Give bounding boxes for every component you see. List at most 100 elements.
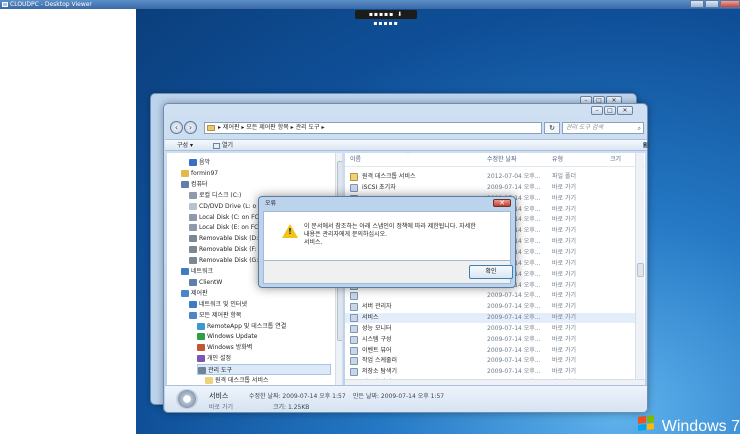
column-name[interactable]: 이름 <box>350 153 361 167</box>
nav-item-label: 음악 <box>199 159 211 166</box>
remote-icon <box>197 322 205 330</box>
file-name: 시스템 구성 <box>362 335 392 343</box>
file-name: 성능 모니터 <box>362 324 392 332</box>
file-date: 2009-07-14 오후... <box>487 183 541 191</box>
file-date: 2012-07-04 오후... <box>487 173 541 180</box>
folder-icon <box>205 377 213 384</box>
removable-disk-icon <box>189 257 197 265</box>
file-name: iSCSI 초기자 <box>362 183 396 191</box>
organize-menu[interactable]: 구성 ▾ <box>177 140 193 151</box>
nav-item[interactable]: Windows 방화벽 <box>197 342 252 353</box>
file-type: 바로 가기 <box>552 205 576 213</box>
scroll-thumb[interactable] <box>637 263 644 277</box>
maximize-button[interactable]: □ <box>604 106 616 115</box>
help-icon[interactable]: ? <box>643 141 647 150</box>
file-row[interactable]: 서버 관리자 2009-07-14 오후... 바로 가기 <box>345 302 635 312</box>
open-button[interactable]: 열기 <box>213 140 233 151</box>
column-size[interactable]: 크기 <box>610 153 621 167</box>
file-row[interactable]: 2009-07-14 오후... 바로 가기 <box>345 291 635 301</box>
file-row[interactable]: 작업 스케줄러 2009-07-14 오후... 바로 가기 <box>345 356 635 366</box>
dialog-close-button[interactable]: ✕ <box>493 199 511 207</box>
nav-item[interactable]: Removable Disk (D: <box>189 233 258 244</box>
viewer-toolbar-handle[interactable]: ▪▪▪▪▪ ⬇ ▪▪▪▪▪ <box>355 10 417 27</box>
nav-item[interactable]: 음악 <box>189 157 210 168</box>
nav-item[interactable]: 컴퓨터 <box>181 179 208 190</box>
column-date[interactable]: 수정한 날짜 <box>487 153 517 167</box>
minimize-button[interactable] <box>690 0 704 8</box>
nav-item-label: 컴퓨터 <box>191 180 208 188</box>
nav-item[interactable]: Local Disk (C: on FC <box>189 212 259 223</box>
file-list-scrollbar[interactable] <box>635 153 644 385</box>
search-input[interactable]: 관리 도구 검색 ⌕ <box>562 122 644 134</box>
dialog-message: 이 문서에서 참조하는 아래 스냅인이 정책에 따라 제한됩니다. 자세한 내용… <box>304 223 476 247</box>
viewer-title: CLOUDPC - Desktop Viewer <box>10 1 92 8</box>
details-modified: 수정한 날짜: 2009-07-14 오후 1:57 <box>249 393 346 400</box>
nav-item-label: ClientW <box>199 278 223 286</box>
shortcut-icon <box>350 357 358 366</box>
nav-item[interactable]: Local Disk (E: on FC <box>189 222 258 233</box>
file-date: 2009-07-14 오후... <box>487 314 541 322</box>
nav-item[interactable]: 네트워크 <box>181 266 213 277</box>
minimize-button[interactable]: – <box>591 106 603 115</box>
close-button[interactable]: ✕ <box>617 106 633 115</box>
back-button[interactable]: ‹ <box>170 121 183 134</box>
nav-item[interactable]: Removable Disk (F: <box>189 244 257 255</box>
file-row[interactable]: iSCSI 초기자 2009-07-14 오후... 바로 가기 <box>345 183 635 193</box>
forward-button[interactable]: › <box>184 121 197 134</box>
nav-item[interactable]: ClientW <box>189 277 222 288</box>
close-button[interactable] <box>720 0 740 8</box>
maximize-button[interactable] <box>705 0 719 8</box>
nav-item-label: Local Disk (E: on FC <box>199 224 259 232</box>
dialog-footer: 확인 <box>263 261 513 284</box>
nav-item-label: Removable Disk (F: <box>199 246 257 254</box>
file-type: 바로 가기 <box>552 335 576 343</box>
nav-item-label: 제어판 <box>191 289 208 297</box>
file-date: 2009-07-14 오후... <box>487 324 541 332</box>
breadcrumb[interactable]: ▸ 제어판 ▸ 모든 제어판 항목 ▸ 관리 도구 ▸ <box>218 124 325 131</box>
music-icon <box>189 159 197 166</box>
nav-item[interactable]: 관리 도구 <box>197 364 331 376</box>
error-dialog[interactable]: 오류 ✕ ! 이 문서에서 참조하는 아래 스냅인이 정책에 따라 제한됩니다.… <box>258 196 516 288</box>
nav-item[interactable]: Removable Disk (G: <box>189 255 258 266</box>
ok-button[interactable]: 확인 <box>469 265 513 279</box>
disk-icon <box>189 224 197 232</box>
file-date: 2009-07-14 오후... <box>487 346 541 354</box>
file-row[interactable]: 서비스 2009-07-14 오후... 바로 가기 <box>345 313 635 324</box>
nav-item[interactable]: 원격 데스크톱 서비스 <box>205 375 269 385</box>
nav-item[interactable]: 네트워크 및 인터넷 <box>189 299 247 310</box>
column-type[interactable]: 유형 <box>552 153 563 167</box>
nav-item[interactable]: 제어판 <box>181 288 208 299</box>
file-row[interactable]: 이벤트 뷰어 2009-07-14 오후... 바로 가기 <box>345 346 635 356</box>
file-type: 바로 가기 <box>552 259 576 267</box>
file-row[interactable]: 원격 데스크톱 서비스 2012-07-04 오후... 파일 폴더 <box>345 172 635 182</box>
nav-item-label: CD/DVD Drive (L: o <box>199 202 257 210</box>
refresh-button[interactable]: ↻ <box>544 122 560 134</box>
shortcut-icon <box>350 346 358 355</box>
user-folder-icon <box>181 169 189 177</box>
cd-drive-icon <box>189 202 197 210</box>
windows-brand-text: Windows 7 <box>661 418 740 434</box>
address-bar[interactable]: ▸ 제어판 ▸ 모든 제어판 항목 ▸ 관리 도구 ▸ <box>204 122 542 134</box>
nav-item[interactable]: 개인 설정 <box>197 353 231 364</box>
file-row[interactable]: 시스템 구성 2009-07-14 오후... 바로 가기 <box>345 335 635 345</box>
viewer-blank-area <box>0 9 136 434</box>
nav-item[interactable]: CD/DVD Drive (L: o <box>189 201 256 212</box>
nav-item[interactable]: RemoteApp 및 데스크톱 연결 <box>197 321 286 332</box>
file-date: 2009-07-14 오후... <box>487 303 541 311</box>
shortcut-icon <box>350 183 358 192</box>
file-date: 2009-07-14 오후... <box>487 357 541 365</box>
search-icon[interactable]: ⌕ <box>638 124 641 134</box>
nav-item-label: Removable Disk (D: <box>199 235 259 243</box>
removable-disk-icon <box>189 235 197 243</box>
message-line: 내용은 관리자에게 문의하십시오. <box>304 231 388 238</box>
nav-item[interactable]: Windows Update <box>197 331 257 342</box>
nav-item[interactable]: formin97 <box>181 168 218 179</box>
nav-item[interactable]: 로컬 디스크 (C:) <box>189 190 241 201</box>
file-row[interactable]: 저장소 탐색기 2009-07-14 오후... 바로 가기 <box>345 367 635 377</box>
file-type: 바로 가기 <box>552 238 576 246</box>
file-row[interactable]: 성능 모니터 2009-07-14 오후... 바로 가기 <box>345 324 635 334</box>
file-type: 바로 가기 <box>552 303 576 311</box>
windows-logo-icon <box>638 415 654 431</box>
file-name: 원격 데스크톱 서비스 <box>362 173 416 180</box>
nav-item[interactable]: 모든 제어판 항목 <box>189 310 241 321</box>
